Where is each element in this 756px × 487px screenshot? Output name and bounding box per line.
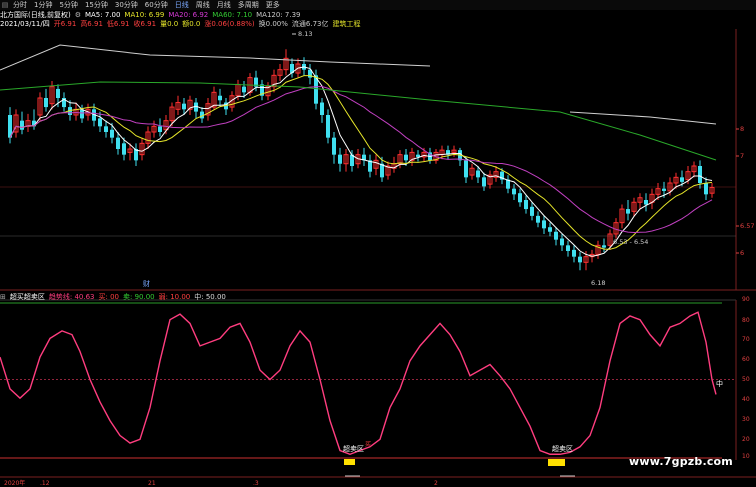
candle-body — [122, 143, 126, 155]
candle-body — [98, 118, 102, 127]
candle-body — [548, 227, 552, 232]
sub-indicator-header: ⊞ 超买超卖区 趋势线: 40.63 买: 00 卖: 90.00 弱: 10.… — [0, 292, 230, 302]
candle-body — [680, 177, 684, 182]
candle-body — [566, 245, 570, 251]
sub-tick-label: 80 — [742, 317, 750, 324]
date-axis-label: 21 — [148, 480, 156, 487]
high-price-label: 8.13 — [298, 30, 312, 38]
ma120-line — [0, 44, 431, 71]
candle-body — [554, 231, 558, 240]
sub-buy-value: 买: 00 — [98, 293, 120, 301]
candle-body — [476, 170, 480, 178]
date-axis-label: 2 — [434, 480, 438, 487]
sub-weak-value: 弱: 10.00 — [158, 293, 191, 301]
candle-body — [524, 200, 528, 210]
candle-body — [116, 137, 120, 149]
candle-body — [404, 154, 408, 161]
collapse-icon[interactable]: ⊞ — [0, 292, 10, 302]
low-price-label: 6.18 — [591, 279, 605, 287]
candle-body — [536, 215, 540, 223]
oversold-zone-bar — [344, 459, 355, 465]
candle-body — [320, 102, 324, 115]
sub-tick-label: 40 — [742, 396, 750, 403]
sub-trend-value: 趋势线: 40.63 — [48, 293, 95, 301]
ma10-line — [9, 75, 713, 250]
range-price-label: 6.53 - 6.54 — [613, 238, 648, 246]
sub-tick-label: 10 — [742, 453, 750, 460]
candle-body — [530, 206, 534, 216]
price-tick-label: 7 — [740, 152, 744, 160]
date-axis-label: .12 — [40, 480, 50, 487]
candle-body — [560, 238, 564, 246]
candle-body — [464, 160, 468, 178]
candle-body — [182, 103, 186, 110]
candle-body — [20, 120, 24, 130]
oversold-zone-label: 超卖区 — [552, 444, 573, 453]
candle-body — [698, 166, 702, 183]
candle-body — [242, 86, 246, 93]
sub-tick-label: 90 — [742, 296, 750, 303]
candle-body — [662, 188, 666, 191]
price-tick-label: 8 — [740, 125, 744, 133]
candle-body — [104, 126, 108, 132]
candle-body — [326, 115, 330, 138]
candle-body — [158, 126, 162, 132]
candle-body — [578, 256, 582, 263]
sub-mid-label: 中 — [716, 379, 723, 388]
candle-body — [56, 88, 60, 98]
sub-tick-label: 60 — [742, 356, 750, 363]
candle-body — [626, 209, 630, 214]
oversold-zone-label: 超卖区 — [343, 444, 364, 453]
date-axis-label: .3 — [253, 480, 259, 487]
kline-chart[interactable]: 8 7 6.57 6 90 80 70 60 50 40 30 20 10 中 8.13 6.18 6.53 -… — [0, 0, 756, 487]
oversold-zone-bar — [548, 459, 565, 466]
sub-tick-label: 70 — [742, 336, 750, 343]
ma5-line — [9, 66, 713, 257]
sub-tick-label: 50 — [742, 376, 750, 383]
watermark: www.7gpzb.com — [629, 455, 733, 468]
ma60-line — [0, 81, 717, 161]
event-marker: 财 — [143, 279, 150, 288]
sub-mid-value: 中: 50.00 — [194, 293, 226, 301]
candle-body — [512, 188, 516, 195]
candle-body — [704, 183, 708, 195]
oscillator-line — [0, 311, 717, 456]
candle-body — [80, 109, 84, 119]
price-tick-label: 6 — [740, 249, 744, 257]
date-axis-label: 2020年 — [4, 479, 25, 487]
sub-sell-value: 卖: 90.00 — [123, 293, 155, 301]
candle-body — [542, 220, 546, 229]
sub-tick-label: 20 — [742, 436, 750, 443]
candle-body — [482, 177, 486, 187]
candle-body — [218, 95, 222, 101]
sub-tick-label: 30 — [742, 416, 750, 423]
candle-body — [332, 137, 336, 155]
candle-body — [338, 154, 342, 164]
candle-body — [44, 98, 48, 108]
candle-body — [602, 245, 606, 248]
candle-body — [644, 200, 648, 205]
ma120-line-right — [569, 111, 717, 125]
candle-body — [518, 193, 522, 203]
candle-body — [110, 129, 114, 138]
sub-indicator-name: 超买超卖区 — [9, 293, 45, 301]
candle-body — [572, 249, 576, 257]
buy-signal-label: 买 — [365, 440, 371, 448]
price-tick-label: 6.57 — [740, 222, 754, 230]
